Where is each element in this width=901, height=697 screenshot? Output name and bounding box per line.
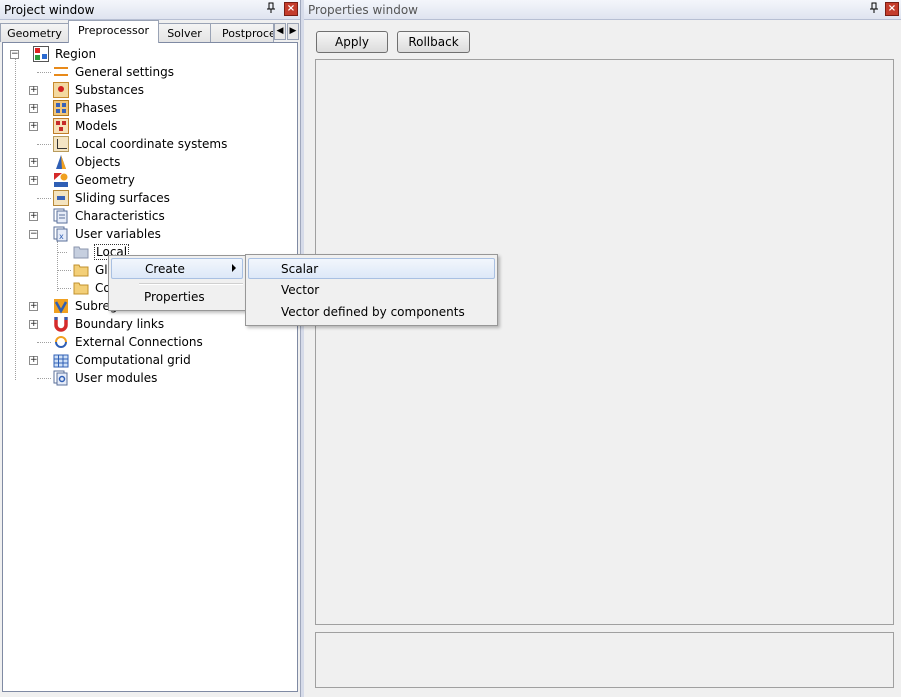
objects-icon — [53, 154, 69, 170]
pin-icon[interactable] — [264, 2, 278, 16]
coordinate-system-icon — [53, 136, 69, 152]
close-icon[interactable]: × — [284, 2, 298, 16]
tree-node-objects[interactable]: + Objects — [3, 153, 293, 171]
tree-node-label: Substances — [75, 83, 144, 97]
svg-text:x: x — [59, 232, 64, 241]
tab-scroll-right-icon[interactable]: ▶ — [287, 23, 299, 40]
project-tree: − Region General settings + Substances +… — [2, 42, 298, 692]
expand-icon[interactable]: + — [29, 176, 38, 185]
tree-node-label: External Connections — [75, 335, 203, 349]
properties-window-titlebar: Properties window × — [304, 0, 901, 20]
expand-icon[interactable]: + — [29, 302, 38, 311]
tree-node-label: Objects — [75, 155, 121, 169]
user-variables-icon: x — [53, 226, 69, 242]
tree-node-external-connections[interactable]: External Connections — [3, 333, 293, 351]
menu-item-properties[interactable]: Properties — [111, 287, 243, 308]
tree-node-label: Sliding surfaces — [75, 191, 170, 205]
project-window-titlebar: Project window × — [0, 0, 300, 20]
create-submenu: Scalar Vector Vector defined by componen… — [245, 254, 498, 326]
apply-button[interactable]: Apply — [316, 31, 388, 53]
settings-sliders-icon — [53, 64, 69, 80]
expand-icon[interactable]: + — [29, 212, 38, 221]
tab-solver[interactable]: Solver — [158, 23, 211, 42]
project-window-title: Project window — [4, 3, 95, 17]
grid-icon — [53, 352, 69, 368]
collapse-icon[interactable]: − — [29, 230, 38, 239]
tree-node-label: Computational grid — [75, 353, 191, 367]
properties-grid[interactable] — [315, 59, 894, 625]
tab-geometry[interactable]: Geometry — [0, 23, 69, 42]
magnet-icon — [53, 316, 69, 332]
expand-icon[interactable]: + — [29, 320, 38, 329]
user-modules-icon — [53, 370, 69, 386]
tree-node-computational-grid[interactable]: + Computational grid — [3, 351, 293, 369]
menu-item-label: Create — [145, 262, 185, 276]
tree-node-models[interactable]: + Models — [3, 117, 293, 135]
region-icon — [33, 46, 49, 62]
collapse-icon[interactable]: − — [10, 50, 19, 59]
expand-icon[interactable]: + — [29, 86, 38, 95]
tree-node-label: Geometry — [75, 173, 135, 187]
menu-item-scalar[interactable]: Scalar — [248, 258, 495, 279]
tree-node-substances[interactable]: + Substances — [3, 81, 293, 99]
tree-node-general-settings[interactable]: General settings — [3, 63, 293, 81]
project-window: Project window × Geometry Preprocessor S… — [0, 0, 301, 697]
expand-icon[interactable]: + — [29, 122, 38, 131]
expand-icon[interactable]: + — [29, 158, 38, 167]
menu-item-label: Properties — [144, 290, 205, 304]
phases-icon — [53, 100, 69, 116]
properties-window-title: Properties window — [308, 3, 418, 17]
tab-preprocessor[interactable]: Preprocessor — [68, 20, 159, 43]
characteristics-icon — [53, 208, 69, 224]
menu-item-vector-by-components[interactable]: Vector defined by components — [248, 302, 495, 323]
properties-window: Properties window × Apply Rollback — [304, 0, 901, 697]
menu-item-label: Vector defined by components — [281, 305, 465, 319]
tree-node-geometry[interactable]: + Geometry — [3, 171, 293, 189]
folder-icon — [73, 262, 89, 278]
tree-node-label: User variables — [75, 227, 161, 241]
models-icon — [53, 118, 69, 134]
sliding-surfaces-icon — [53, 190, 69, 206]
geometry-icon — [53, 172, 69, 188]
tab-scroll-left-icon[interactable]: ◀ — [274, 23, 286, 40]
menu-item-create[interactable]: Create — [111, 258, 243, 279]
substances-icon — [53, 82, 69, 98]
chevron-right-icon — [232, 264, 236, 272]
folder-icon — [73, 280, 89, 296]
tree-node-label: General settings — [75, 65, 174, 79]
tree-node-local-coordinate-systems[interactable]: Local coordinate systems — [3, 135, 293, 153]
tree-node-sliding-surfaces[interactable]: Sliding surfaces — [3, 189, 293, 207]
folder-icon — [73, 244, 89, 260]
external-connections-icon — [53, 334, 69, 350]
tree-node-label: User modules — [75, 371, 158, 385]
tree-node-label: Phases — [75, 101, 118, 115]
rollback-button[interactable]: Rollback — [397, 31, 470, 53]
tree-node-phases[interactable]: + Phases — [3, 99, 293, 117]
subregions-icon — [53, 298, 69, 314]
expand-icon[interactable]: + — [29, 104, 38, 113]
tree-node-label: Region — [55, 47, 97, 61]
tree-node-label: Boundary links — [75, 317, 165, 331]
menu-separator — [139, 283, 243, 285]
project-tabs: Geometry Preprocessor Solver Postproce ◀… — [0, 20, 301, 43]
tree-node-label: Local coordinate systems — [75, 137, 228, 151]
tree-node-label: Characteristics — [75, 209, 165, 223]
context-menu: Create Properties — [108, 255, 246, 311]
tree-node-region[interactable]: − Region — [3, 45, 293, 63]
expand-icon[interactable]: + — [29, 356, 38, 365]
description-pane — [315, 632, 894, 688]
menu-item-label: Scalar — [281, 262, 319, 276]
tree-node-user-modules[interactable]: User modules — [3, 369, 293, 387]
close-icon[interactable]: × — [885, 2, 899, 16]
tree-node-label: Gl — [95, 263, 108, 277]
tree-node-label: Models — [75, 119, 118, 133]
tree-node-user-variables[interactable]: − x User variables — [3, 225, 293, 243]
tree-node-characteristics[interactable]: + Characteristics — [3, 207, 293, 225]
tab-postprocessor[interactable]: Postproce — [210, 23, 274, 42]
menu-item-label: Vector — [281, 283, 320, 297]
menu-item-vector[interactable]: Vector — [248, 280, 495, 301]
pin-icon[interactable] — [867, 2, 881, 16]
